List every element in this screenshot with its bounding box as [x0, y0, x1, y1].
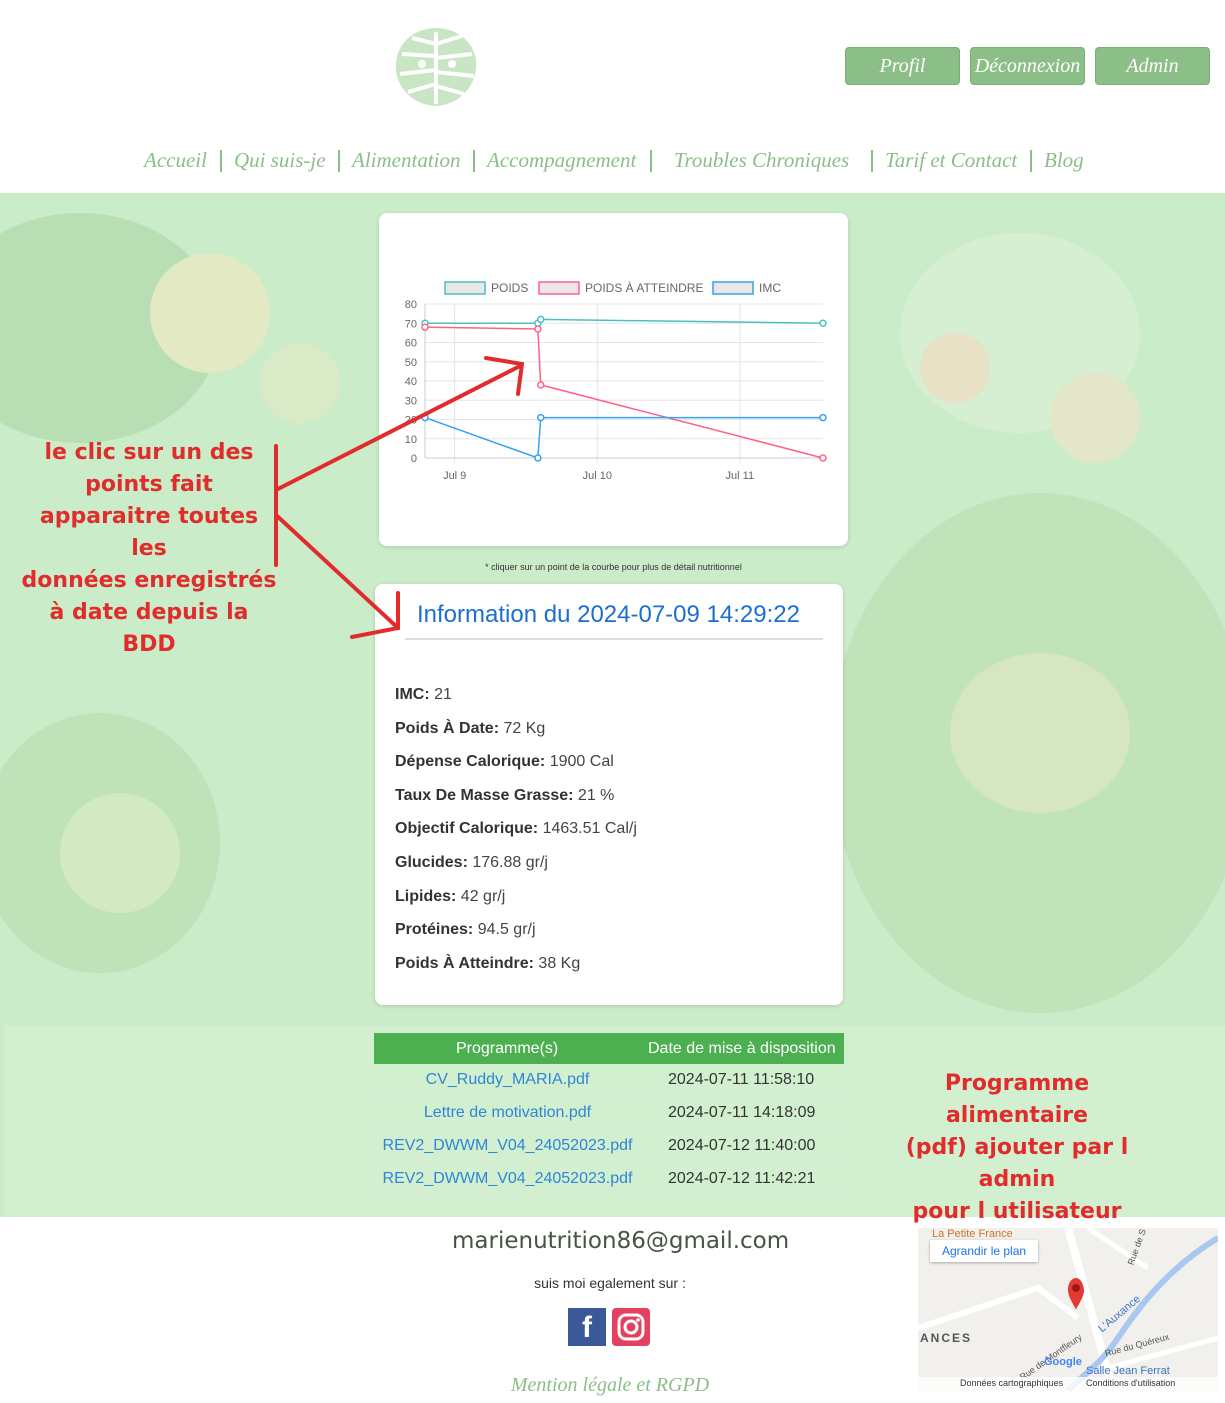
annotation-left: le clic sur un des points fait apparaitre … [20, 437, 278, 661]
annotation-line: points fait [85, 472, 213, 497]
annotation-line: données enregistrés [21, 568, 277, 593]
annotation-line: apparaitre toutes les [39, 504, 259, 561]
annotation-line: pour l utilisateur [912, 1199, 1122, 1224]
annotation-line: Programme alimentaire [944, 1071, 1090, 1128]
annotation-line: à date depuis la BDD [49, 600, 249, 657]
facebook-icon[interactable]: f [568, 1308, 606, 1346]
map-label: ANCES [920, 1331, 973, 1345]
map-label: La Petite France [932, 1228, 1013, 1240]
legal-link[interactable]: Mention légale et RGPD [380, 1374, 840, 1397]
map-footer: Données cartographiques Conditions d'uti… [918, 1377, 1218, 1391]
annotation-line: (pdf) ajouter par l admin [905, 1135, 1129, 1192]
contact-email[interactable]: marienutrition86@gmail.com [452, 1228, 789, 1254]
annotation-line: le clic sur un des [44, 440, 254, 465]
map-terms-link[interactable]: Conditions d'utilisation [1086, 1378, 1175, 1388]
enlarge-map-button[interactable]: Agrandir le plan [930, 1240, 1039, 1262]
map-data-link[interactable]: Données cartographiques [960, 1378, 1063, 1388]
instagram-icon[interactable] [612, 1308, 650, 1346]
google-logo: Google [1044, 1356, 1082, 1368]
map-label: Salle Jean Ferrat [1086, 1365, 1170, 1377]
location-map[interactable]: Agrandir le plan La Petite France ANCES … [918, 1228, 1218, 1391]
follow-text: suis moi egalement sur : [534, 1275, 686, 1291]
